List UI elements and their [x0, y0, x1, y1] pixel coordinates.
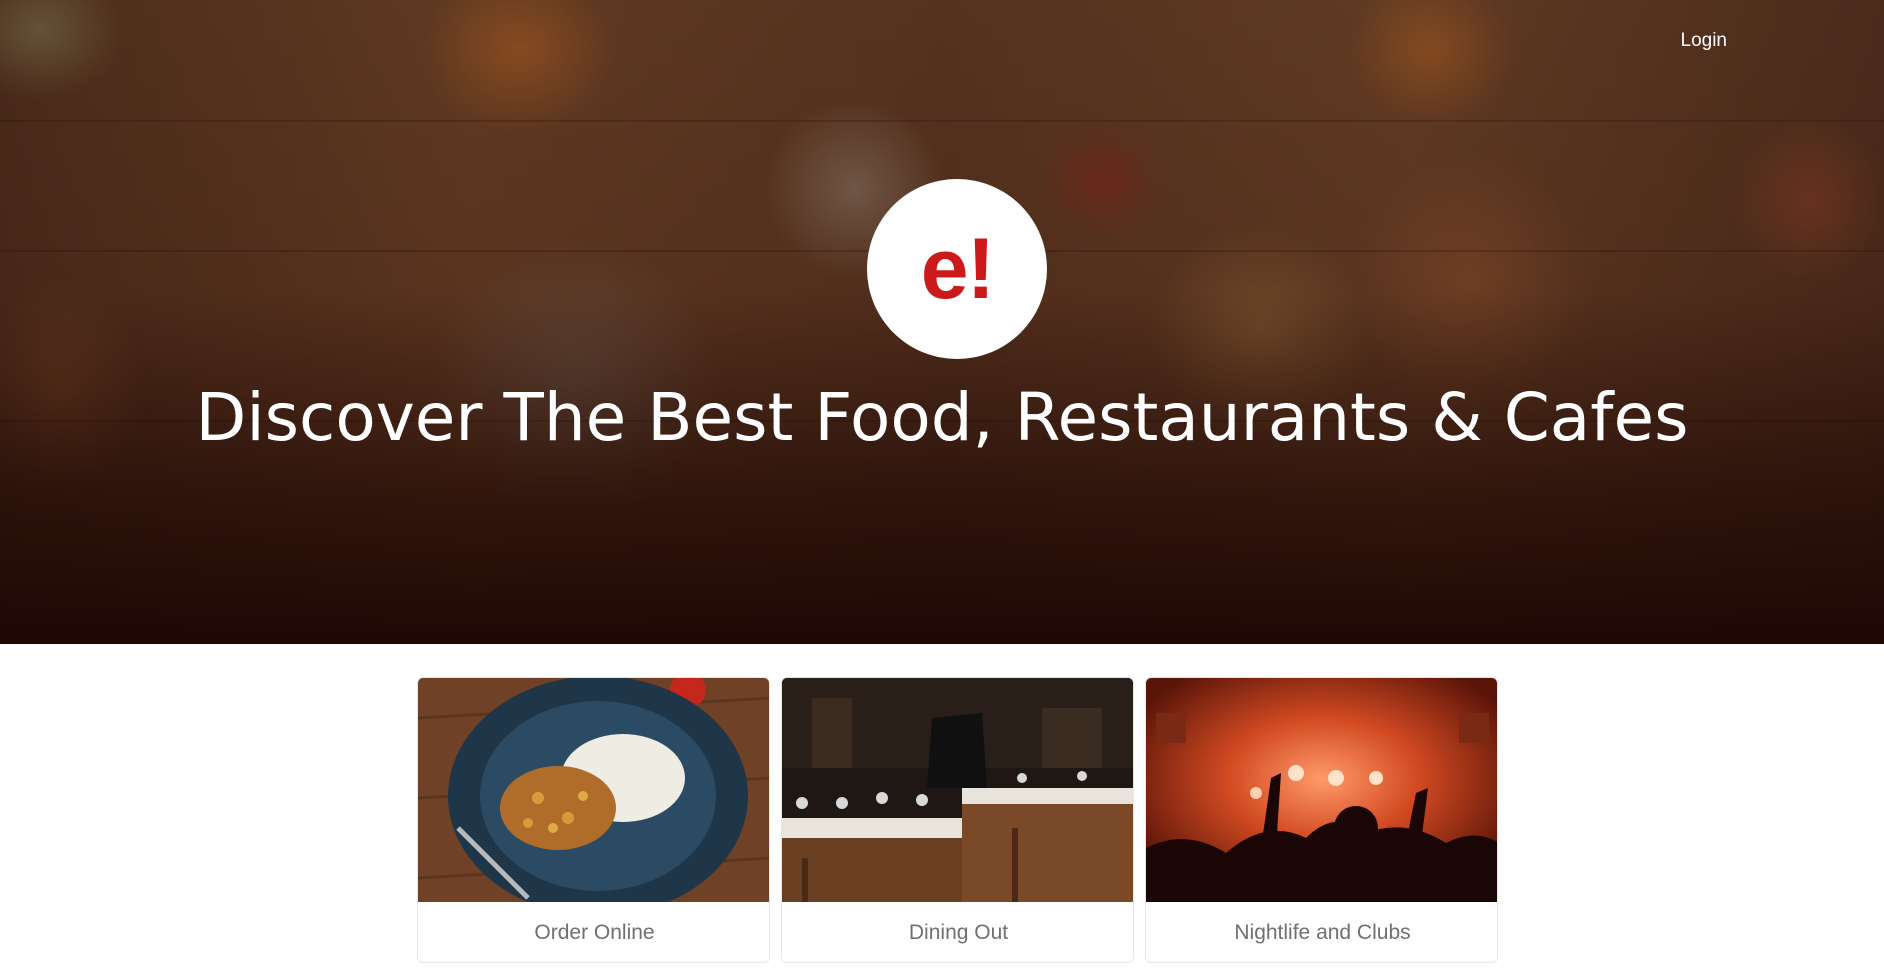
food-plate-image: [418, 678, 769, 902]
nightclub-crowd-image: [1146, 678, 1497, 902]
dining-out-card[interactable]: Dining Out: [781, 677, 1134, 963]
card-label: Dining Out: [908, 921, 1009, 944]
card-label: Order Online: [534, 921, 655, 944]
logo-text: e!: [920, 221, 995, 317]
restaurant-interior-image: [782, 678, 1133, 902]
nightlife-card[interactable]: Nightlife and Clubs: [1145, 677, 1498, 963]
hero-headline: Discover The Best Food, Restaurants & Ca…: [195, 379, 1689, 456]
wood-grain: [0, 120, 1884, 122]
card-label: Nightlife and Clubs: [1234, 921, 1411, 944]
login-link[interactable]: Login: [1681, 30, 1728, 52]
category-cards: Order Online Dining Out Nightlife and Cl…: [417, 677, 1498, 963]
order-online-card[interactable]: Order Online: [417, 677, 770, 963]
brand-logo[interactable]: e!: [867, 179, 1047, 359]
